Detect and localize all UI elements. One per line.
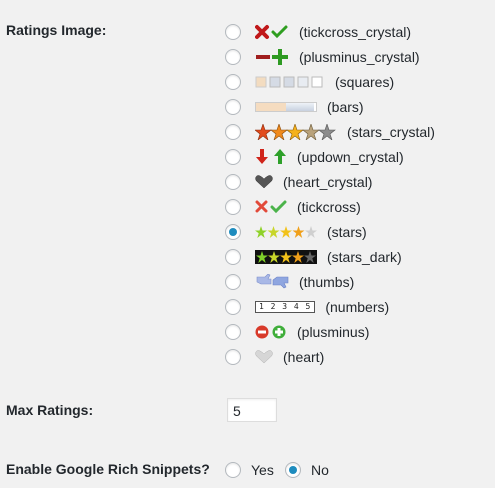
radio-numbers[interactable]: [225, 299, 241, 315]
rich-snippets-no-option[interactable]: No: [285, 459, 329, 481]
radio-thumbs[interactable]: [225, 274, 241, 290]
updown-crystal-icon: [255, 149, 287, 165]
ratings-option-stars-dark[interactable]: (stars_dark): [225, 246, 402, 268]
rich-snippets-label: Enable Google Rich Snippets?: [6, 461, 210, 477]
radio-heart-crystal[interactable]: [225, 174, 241, 190]
radio-updown-crystal[interactable]: [225, 149, 241, 165]
numbers-icon-box: 1 2 3 4 5: [255, 301, 316, 313]
ratings-option-tickcross[interactable]: (tickcross): [225, 196, 361, 218]
ratings-image-label: Ratings Image:: [6, 22, 107, 38]
tickcross-icon: [255, 200, 287, 214]
ratings-option-stars[interactable]: (stars): [225, 221, 367, 243]
plusminus-crystal-icon: [255, 49, 289, 65]
ratings-option-bars[interactable]: (bars): [225, 96, 364, 118]
radio-plusminus[interactable]: [225, 324, 241, 340]
ratings-option-stars-crystal[interactable]: (stars_crystal): [225, 121, 435, 143]
ratings-option-updown-crystal[interactable]: (updown_crystal): [225, 146, 404, 168]
stars-crystal-icon: [255, 124, 337, 140]
radio-yes[interactable]: [225, 462, 241, 478]
stars-dark-icon: [255, 250, 317, 264]
squares-icon: [255, 76, 325, 88]
heart-crystal-icon: [255, 175, 273, 189]
tickcross-crystal-icon: [255, 24, 289, 40]
radio-heart[interactable]: [225, 349, 241, 365]
radio-tickcross[interactable]: [225, 199, 241, 215]
ratings-option-plusminus-crystal[interactable]: (plusminus_crystal): [225, 46, 420, 68]
radio-stars[interactable]: [225, 224, 241, 240]
ratings-option-plusminus[interactable]: (plusminus): [225, 321, 369, 343]
radio-stars-dark[interactable]: [225, 249, 241, 265]
radio-plusminus-crystal[interactable]: [225, 49, 241, 65]
ratings-option-numbers[interactable]: 1 2 3 4 5 (numbers): [225, 296, 389, 318]
numbers-icon: 1 2 3 4 5: [255, 301, 316, 313]
rich-snippets-yes-option[interactable]: Yes: [225, 459, 274, 481]
ratings-option-thumbs[interactable]: (thumbs): [225, 271, 354, 293]
radio-no[interactable]: [285, 462, 301, 478]
heart-icon: [255, 350, 273, 364]
radio-bars[interactable]: [225, 99, 241, 115]
radio-tickcross-crystal[interactable]: [225, 24, 241, 40]
max-ratings-label: Max Ratings:: [6, 402, 94, 418]
stars-icon: [255, 226, 317, 238]
plusminus-icon: [255, 325, 287, 339]
max-ratings-input[interactable]: 5: [227, 398, 277, 422]
radio-stars-crystal[interactable]: [225, 124, 241, 140]
ratings-option-squares[interactable]: (squares): [225, 71, 394, 93]
ratings-option-heart-crystal[interactable]: (heart_crystal): [225, 171, 372, 193]
ratings-option-tickcross-crystal[interactable]: (tickcross_crystal): [225, 21, 411, 43]
ratings-option-heart[interactable]: (heart): [225, 346, 324, 368]
radio-squares[interactable]: [225, 74, 241, 90]
thumbs-icon: [255, 274, 289, 290]
bars-icon: [255, 102, 317, 112]
